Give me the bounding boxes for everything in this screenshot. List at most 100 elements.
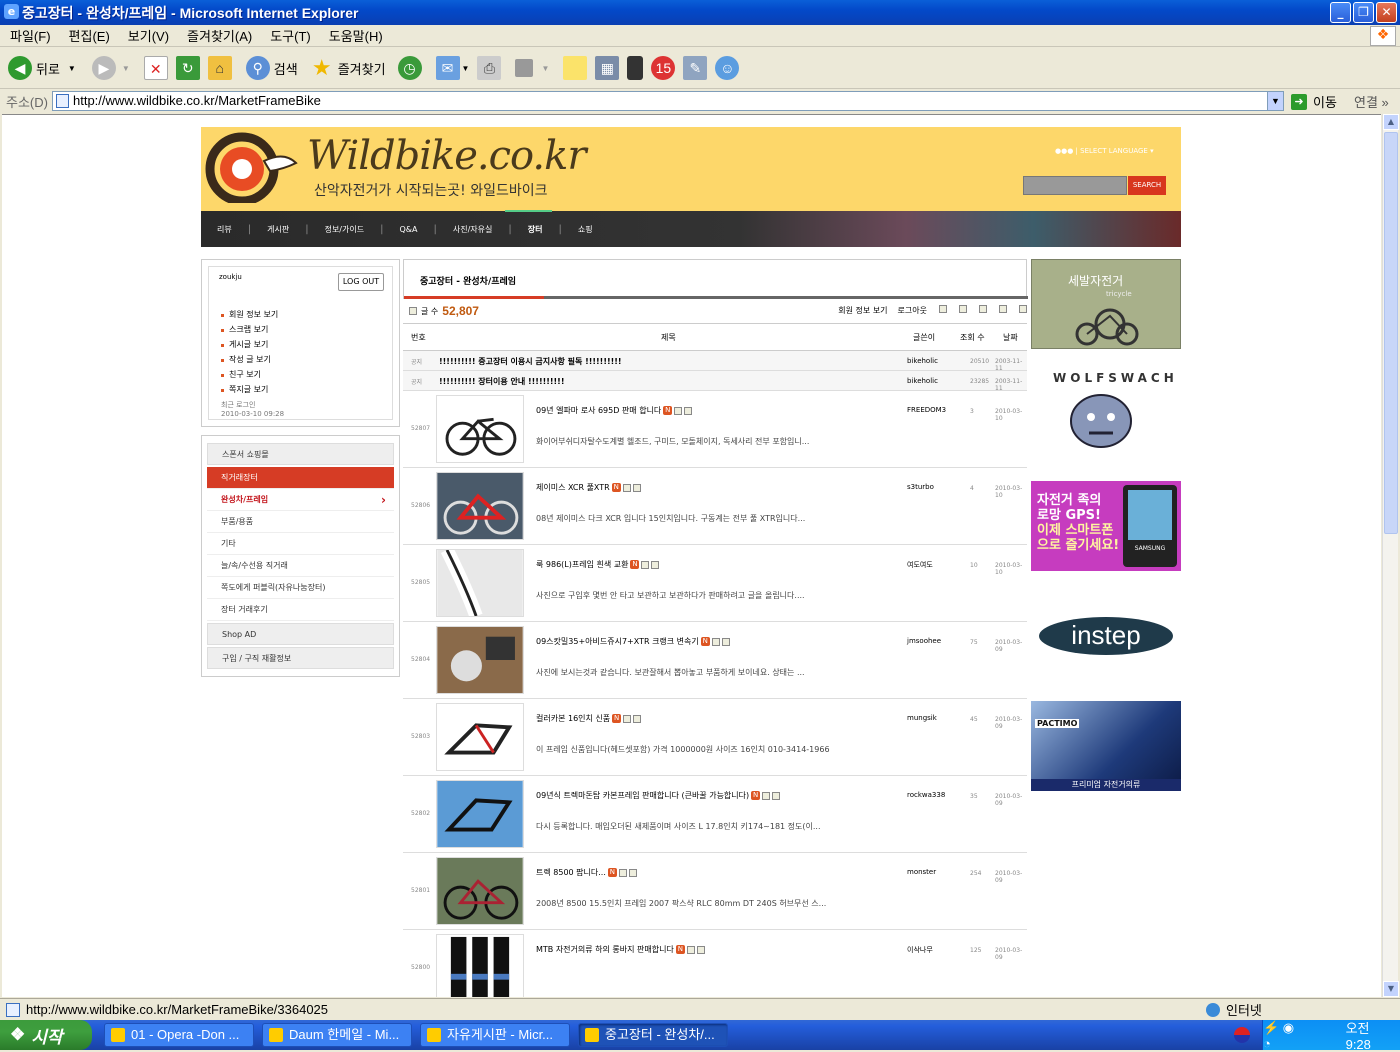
address-input[interactable]: http://www.wildbike.co.kr/MarketFrameBik… [52, 91, 1284, 111]
category-item[interactable]: 기타 [207, 533, 394, 555]
login-link-profile[interactable]: 회원 정보 보기 [219, 309, 382, 324]
row-title[interactable]: 컬러카본 16인치 신품 N [536, 713, 642, 724]
nav-shop[interactable]: 쇼핑 [578, 224, 593, 235]
post-thumbnail[interactable] [436, 857, 524, 925]
row-summary[interactable]: 08년 제이미스 다크 XCR 입니다 15인치입니다. 구동계는 전부 풀 X… [536, 513, 805, 524]
logout-button[interactable]: LOG OUT [338, 273, 384, 291]
vertical-scrollbar[interactable]: ▲ ▼ [1382, 114, 1399, 997]
table-row[interactable]: 52802 09년식 트렉마돈탑 카본프레임 판매합니다 (큰바꿀 가능합니다) N… [403, 776, 1027, 853]
row-writer[interactable]: jmsoohee [907, 637, 941, 645]
category-item[interactable]: 부품/용품 [207, 511, 394, 533]
close-button[interactable]: ✕ [1376, 2, 1397, 23]
row-summary[interactable]: 화이어부쉬디자탈수도계별 헬조드, 구미드, 모돌체이지, 독세사리 전부 포함… [536, 436, 809, 447]
row-title[interactable]: 09스캇밀35+아비드쥬시7+XTR 크랭크 변속기 N [536, 636, 730, 647]
login-link-written[interactable]: 작성 글 보기 [219, 354, 382, 369]
post-thumbnail[interactable] [436, 626, 524, 694]
back-dropdown-icon[interactable]: ▼ [68, 64, 76, 73]
row-summary[interactable]: 이 프레임 신품입니다(헤드셋포함) 가격 1000000원 사이즈 16인치 … [536, 744, 830, 755]
row-writer[interactable]: 이삭나무 [907, 945, 933, 955]
ad-tricycle[interactable]: 세발자전거 tricycle [1031, 259, 1181, 349]
post-thumbnail[interactable] [436, 546, 524, 619]
row-writer[interactable]: bikeholic [907, 377, 938, 385]
menu-edit[interactable]: 편집(E) [69, 26, 110, 45]
search-button[interactable]: ⚲ 검색 [245, 56, 298, 80]
home-button[interactable]: ⌂ [207, 56, 232, 80]
category-item[interactable]: 완성차/프레임 › [207, 489, 394, 511]
menu-view[interactable]: 보기(V) [128, 26, 169, 45]
ad-gps[interactable]: 자전거 족의 로망 GPS! 이제 스마트폰 으로 즐기세요! SAMSUNG [1031, 481, 1181, 571]
links-button[interactable]: 연결 » [1354, 92, 1389, 111]
mail-dropdown-icon[interactable]: ▼ [462, 64, 470, 73]
start-button[interactable]: ❖ 시작 [0, 1020, 92, 1050]
webzine-view-icon[interactable] [999, 305, 1007, 313]
post-thumbnail[interactable] [436, 780, 524, 848]
row-title[interactable]: 제이미스 XCR 풀XTR N [536, 482, 641, 493]
nav-qna[interactable]: Q&A [399, 225, 417, 234]
mail-button[interactable]: ✉ ▼ [435, 56, 470, 80]
login-link-friends[interactable]: 친구 보기 [219, 369, 382, 384]
forward-button[interactable]: ▶ ▼ [91, 56, 130, 80]
site-search-button[interactable]: SEARCH [1128, 176, 1166, 195]
tire-logo-icon[interactable] [204, 131, 299, 203]
gallery-view-icon[interactable] [1019, 305, 1027, 313]
restore-button[interactable]: ❐ [1353, 2, 1374, 23]
task-market[interactable]: 중고장터 - 완성차/... [578, 1023, 728, 1047]
buddies-button[interactable]: ☺ [715, 56, 740, 80]
row-summary[interactable]: 2008년 8500 15.5인치 프레임 2007 팍스샥 RLC 80mm … [536, 898, 826, 909]
row-writer[interactable]: monster [907, 868, 936, 876]
category-item[interactable]: 스폰서 쇼핑몰 [207, 443, 394, 465]
post-thumbnail[interactable] [436, 703, 524, 771]
login-link-notes[interactable]: 쪽지글 보기 [219, 384, 382, 399]
row-writer[interactable]: mungsik [907, 714, 937, 722]
category-item[interactable]: Shop AD [207, 623, 394, 645]
scroll-thumb[interactable] [1384, 132, 1398, 534]
table-row[interactable]: 52801 트렉 8500 팝니다... N 2008년 8500 15.5인치 프레… [403, 853, 1027, 930]
post-thumbnail[interactable] [436, 395, 524, 463]
language-select[interactable]: ●●● | SELECT LANGUAGE ▾ [1055, 147, 1154, 155]
back-button[interactable]: ◀ 뒤로 ▼ [8, 56, 76, 80]
member-info-link[interactable]: 회원 정보 보기 [838, 305, 887, 316]
site-search-input[interactable] [1023, 176, 1127, 195]
row-title[interactable]: 트렉 8500 팝니다... N [536, 867, 637, 878]
row-writer[interactable]: s3turbo [907, 483, 934, 491]
menu-favorites[interactable]: 즐겨찾기(A) [187, 26, 252, 45]
ad-instep[interactable]: instep [1031, 591, 1181, 681]
minimize-button[interactable]: _ [1330, 2, 1351, 23]
notice-row[interactable]: 공지 !!!!!!!!!! 중고장터 이용시 금지사항 필독 !!!!!!!!!!… [403, 351, 1027, 372]
mobile-button[interactable] [627, 56, 644, 80]
nav-market[interactable]: 장터 [528, 224, 543, 235]
table-row[interactable]: 52803 컬러카본 16인치 신품 N 이 프레임 신품입니다(헤드셋포함) 가격 … [403, 699, 1027, 776]
refresh-button[interactable]: ↻ [175, 56, 200, 80]
post-thumbnail[interactable] [436, 934, 524, 997]
category-item[interactable]: 장터 거래후기 [207, 599, 394, 621]
table-row[interactable]: 52805 룩 986(L)프레임 흰색 교환 N 사진으로 구입후 몇번 안 타고 … [403, 545, 1027, 622]
counter-button[interactable]: 15 [651, 56, 676, 80]
row-title[interactable]: 09년 엘파마 로사 695D 판매 합니다 N [536, 405, 693, 416]
category-item[interactable]: 늘/속/수선용 직거래 [207, 555, 394, 577]
ad-pactimo[interactable]: PACTIMO 프리미엄 자전거의류 [1031, 701, 1181, 791]
edit-dropdown-icon[interactable]: ▼ [541, 64, 549, 73]
row-writer[interactable]: bikeholic [907, 357, 938, 365]
site-logo[interactable]: Wildbike.co.kr [307, 133, 586, 179]
table-row[interactable]: 52804 09스캇밀35+아비드쥬시7+XTR 크랭크 변속기 N 사진에 보시는것… [403, 622, 1027, 699]
row-writer[interactable]: rockwa338 [907, 791, 945, 799]
row-summary[interactable]: 사진으로 구입후 몇번 안 타고 보관하고 보관하다가 판매하려고 글을 올립니… [536, 590, 805, 601]
menu-file[interactable]: 파일(F) [10, 26, 51, 45]
row-writer[interactable]: 여도여도 [907, 560, 933, 570]
tools-button[interactable]: ✎ [683, 56, 708, 80]
task-board[interactable]: 자유게시판 - Micr... [420, 1023, 570, 1047]
edit-button[interactable]: ▼ [515, 59, 549, 77]
row-summary[interactable]: 사진에 보시는것과 같습니다. 보관잘해서 뽑아놓고 부품하게 보이네요. 상태… [536, 667, 805, 678]
category-item[interactable]: 구입 / 구직 재활정보 [207, 647, 394, 669]
notice-row[interactable]: 공지 !!!!!!!!!! 장터이용 안내 !!!!!!!!!! bikeholic… [403, 371, 1027, 392]
row-writer[interactable]: FREEDOM3 [907, 406, 946, 414]
table-row[interactable]: 52807 09년 엘파마 로사 695D 판매 합니다 N 화이어부쉬디자탈수도계별… [403, 391, 1027, 468]
table-row[interactable]: 52806 제이미스 XCR 풀XTR N 08년 제이미스 다크 XCR 입니다 1… [403, 468, 1027, 545]
list-view-icon[interactable] [979, 305, 987, 313]
row-summary[interactable]: 다시 등록합니다. 매입오더된 새제품이며 사이즈 L 17.8인치 키174~… [536, 821, 821, 832]
login-link-scrap[interactable]: 스크랩 보기 [219, 324, 382, 339]
scroll-down-button[interactable]: ▼ [1383, 981, 1399, 997]
logout-link[interactable]: 로그아웃 [898, 305, 927, 316]
messenger-button[interactable]: ▦ [595, 56, 620, 80]
category-item[interactable]: 쪽도에게 퍼블릭(자유나눔장터) [207, 577, 394, 599]
